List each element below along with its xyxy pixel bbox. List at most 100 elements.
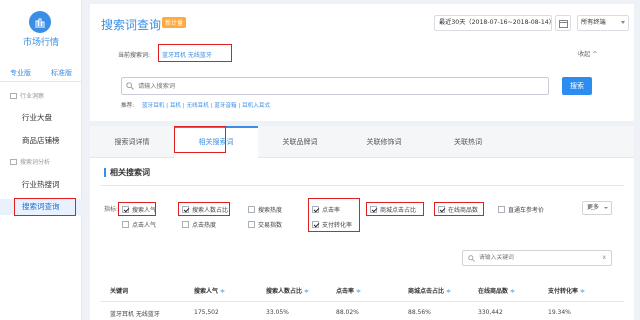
sidebar-group-label: 行业洞察: [20, 93, 45, 100]
more-metrics-button[interactable]: 更多: [582, 201, 612, 215]
version-tab-standard[interactable]: 标准版: [41, 66, 82, 81]
app-title: 市场行情: [22, 38, 59, 48]
sidebar-item-shop-ranking[interactable]: 商品店铺榜: [0, 133, 82, 149]
checkbox-box[interactable]: [438, 206, 445, 213]
checkbox-box[interactable]: [498, 206, 505, 213]
sort-icon[interactable]: ≑: [354, 288, 361, 295]
table-cell: 19.34%: [548, 309, 571, 316]
table-cell: 175,502: [194, 309, 219, 316]
sort-icon[interactable]: ≑: [302, 288, 309, 295]
metric-label: 在线商品数: [448, 207, 479, 214]
chevron-down-icon: [604, 207, 608, 209]
table-cell: 88.56%: [408, 309, 431, 316]
column-header: 关键词: [110, 286, 128, 295]
checkbox-box[interactable]: [248, 221, 255, 228]
current-keyword-value[interactable]: 蓝牙耳机 无线蓝牙: [162, 50, 212, 59]
section-title: 相关搜索词: [110, 168, 150, 177]
keyword-search-box[interactable]: [121, 77, 549, 95]
metric-checkbox[interactable]: 点击率: [312, 205, 340, 214]
search-folder-icon: [10, 159, 17, 165]
column-header-label: 搜索人数占比: [266, 288, 303, 295]
metric-label: 搜索人数占比: [192, 207, 229, 214]
metric-label: 点击人气: [132, 222, 157, 229]
search-button[interactable]: 搜索: [562, 77, 592, 95]
date-range-select[interactable]: 最近30天（2018-07-16~2018-08-14）: [434, 15, 552, 31]
related-keywords-panel: 相关搜索词 指标: 搜索人气 搜索人数占比 搜索热度 点击率 商城点击占比 在线商品数 直通…: [90, 158, 634, 320]
column-header[interactable]: 点击率 ≑: [336, 286, 361, 295]
calendar-button[interactable]: [555, 15, 571, 31]
column-header-label: 关键词: [110, 288, 129, 295]
sidebar-item-keyword-query[interactable]: 搜索词查询: [0, 199, 82, 215]
metric-checkbox[interactable]: 在线商品数: [438, 205, 478, 214]
sort-icon[interactable]: ≑: [508, 288, 515, 295]
column-header-label: 支付转化率: [548, 288, 579, 295]
status-badge: 新计量: [162, 17, 187, 28]
page-title: 搜索词查询: [101, 18, 162, 32]
metric-label: 交易指数: [258, 222, 283, 229]
metric-label: 商城点击占比: [380, 207, 417, 214]
metric-checkbox[interactable]: 交易指数: [248, 220, 282, 229]
sort-icon[interactable]: ≑: [444, 288, 451, 295]
metric-checkbox[interactable]: 商城点击占比: [370, 205, 416, 214]
column-header[interactable]: 商城点击占比 ≑: [408, 286, 451, 295]
checkbox-box[interactable]: [122, 221, 129, 228]
checkbox-box[interactable]: [248, 206, 255, 213]
column-header-label: 商城点击占比: [408, 288, 445, 295]
keyword-filter-box[interactable]: x: [462, 250, 612, 266]
checkbox-box[interactable]: [312, 221, 319, 228]
metric-checkbox[interactable]: 点击人气: [122, 220, 156, 229]
version-tabs: 专业版 标准版: [0, 66, 82, 82]
terminal-select[interactable]: 所有终端: [577, 15, 629, 31]
tab-related-keywords[interactable]: 相关搜索词: [174, 126, 258, 158]
metric-label: 支付转化率: [322, 222, 353, 229]
collapse-toggle[interactable]: 收起 ^: [578, 49, 598, 58]
metric-checkbox[interactable]: 搜索热度: [248, 205, 282, 214]
version-tab-pro[interactable]: 专业版: [0, 66, 41, 81]
current-keyword-label: 当前搜索词:: [118, 52, 151, 59]
section-marker: [104, 168, 106, 177]
column-header-label: 在线商品数: [478, 288, 509, 295]
metric-checkbox[interactable]: 搜索人气: [122, 205, 156, 214]
column-header[interactable]: 在线商品数 ≑: [478, 286, 515, 295]
sort-icon[interactable]: ≑: [578, 288, 585, 295]
terminal-select-value: 所有终端: [581, 19, 606, 26]
metric-checkbox[interactable]: 搜索人数占比: [182, 205, 228, 214]
metric-label: 直通车参考价: [508, 207, 545, 214]
tab-brand-words[interactable]: 关联品牌词: [258, 126, 342, 158]
checkbox-box[interactable]: [182, 221, 189, 228]
checkbox-box[interactable]: [182, 206, 189, 213]
sidebar-item-industry-overview[interactable]: 行业大盘: [0, 110, 82, 126]
search-icon: [126, 82, 134, 90]
checkbox-box[interactable]: [312, 206, 319, 213]
metric-checkbox[interactable]: 支付转化率: [312, 220, 352, 229]
metric-checkbox[interactable]: 点击热度: [182, 220, 216, 229]
checkbox-box[interactable]: [370, 206, 377, 213]
sort-icon[interactable]: ≑: [218, 288, 225, 295]
keyword-filter-input[interactable]: [479, 253, 599, 263]
tab-bar: 搜索词详情 相关搜索词 关联品牌词 关联修饰词 关联热词: [90, 126, 634, 158]
chevron-down-icon: [621, 21, 625, 24]
folder-icon: [10, 93, 17, 99]
search-icon: [468, 255, 475, 262]
column-header-label: 点击率: [336, 288, 355, 295]
divider: [100, 185, 624, 186]
tab-modifier-words[interactable]: 关联修饰词: [342, 126, 426, 158]
column-header[interactable]: 支付转化率 ≑: [548, 286, 585, 295]
search-input[interactable]: [138, 80, 538, 92]
metric-checkbox[interactable]: 直通车参考价: [498, 205, 544, 214]
app-root: 市场行情 专业版 标准版 行业洞察 行业大盘 商品店铺榜 搜索词分析 行业热搜词…: [0, 0, 640, 320]
sidebar-item-hot-search[interactable]: 行业热搜词: [0, 177, 82, 193]
table-cell: 33.05%: [266, 309, 289, 316]
checkbox-box[interactable]: [122, 206, 129, 213]
clear-icon[interactable]: x: [602, 254, 606, 261]
table-cell[interactable]: 蓝牙耳机 无线蓝牙: [110, 309, 160, 318]
recommend-links[interactable]: 蓝牙耳机 | 耳机 | 无线耳机 | 蓝牙音箱 | 耳机入耳式: [142, 101, 270, 109]
market-logo-icon: [29, 11, 51, 33]
tab-hot-words[interactable]: 关联热词: [426, 126, 510, 158]
column-header[interactable]: 搜索人气 ≑: [194, 286, 225, 295]
tab-keyword-detail[interactable]: 搜索词详情: [90, 126, 174, 158]
query-panel: 搜索词查询 新计量 最近30天（2018-07-16~2018-08-14） 所…: [90, 4, 634, 121]
sidebar: 市场行情 专业版 标准版 行业洞察 行业大盘 商品店铺榜 搜索词分析 行业热搜词…: [0, 0, 82, 320]
column-header[interactable]: 搜索人数占比 ≑: [266, 286, 309, 295]
metrics-label: 指标:: [104, 206, 119, 213]
